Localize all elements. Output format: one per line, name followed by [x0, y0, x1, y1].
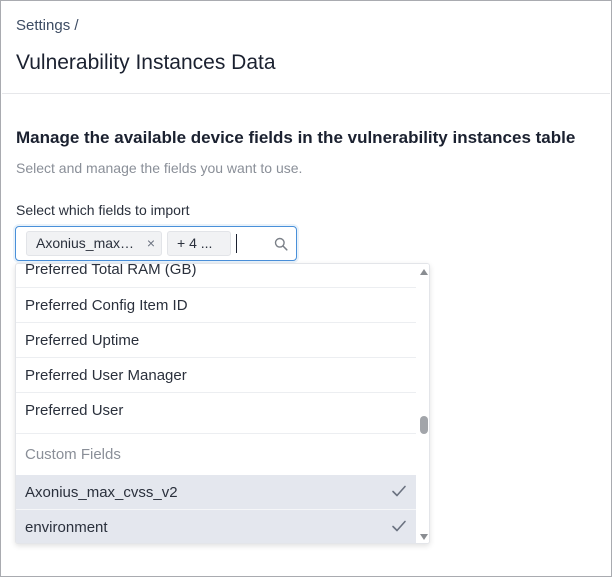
close-icon[interactable]: × [147, 232, 155, 255]
scrollbar-track[interactable] [417, 264, 429, 543]
option-label: Preferred User [25, 402, 124, 419]
group-label-custom-fields: Custom Fields [25, 446, 121, 463]
search-icon [274, 237, 288, 251]
option-label: Preferred Config Item ID [25, 297, 188, 314]
list-item[interactable]: Preferred User Manager [16, 358, 416, 393]
selected-tag: Axonius_max_cvss_v2 × [26, 231, 162, 256]
group-divider [16, 433, 416, 434]
list-item[interactable]: Preferred User [16, 393, 416, 428]
option-label: Preferred Uptime [25, 332, 140, 349]
list-item[interactable]: Preferred Config Item ID [16, 288, 416, 323]
header-divider [2, 93, 610, 94]
text-caret [236, 234, 237, 253]
breadcrumb[interactable]: Settings / [16, 17, 79, 34]
scrollbar-thumb[interactable] [420, 416, 428, 434]
scroll-down-arrow-icon[interactable] [419, 533, 429, 541]
section-description: Select and manage the fields you want to… [16, 160, 303, 176]
fields-multiselect[interactable]: Axonius_max_cvss_v2 × + 4 ... [15, 226, 297, 261]
field-select-label: Select which fields to import [16, 202, 190, 218]
checkmark-icon [392, 485, 406, 497]
page-title: Vulnerability Instances Data [16, 51, 276, 74]
list-item[interactable]: Preferred Total RAM (GB) [16, 263, 416, 287]
section-title: Manage the available device fields in th… [16, 128, 576, 147]
selected-tag-label: Axonius_max_cvss_v2 [36, 235, 139, 251]
option-label: Preferred User Manager [25, 367, 187, 384]
settings-panel: Settings / Vulnerability Instances Data … [0, 0, 612, 577]
checkmark-icon [392, 520, 406, 532]
fields-dropdown-list: Preferred Total RAM (GB) Preferred Confi… [15, 263, 430, 544]
list-item[interactable]: Preferred Uptime [16, 323, 416, 358]
option-label: environment [25, 519, 108, 536]
scroll-up-arrow-icon[interactable] [419, 268, 429, 276]
list-item-selected[interactable]: environment [16, 510, 416, 543]
option-label: Axonius_max_cvss_v2 [25, 484, 178, 501]
option-label: Preferred Total RAM (GB) [25, 263, 197, 278]
more-tags-badge[interactable]: + 4 ... [167, 231, 231, 256]
list-item-selected[interactable]: Axonius_max_cvss_v2 [16, 475, 416, 510]
